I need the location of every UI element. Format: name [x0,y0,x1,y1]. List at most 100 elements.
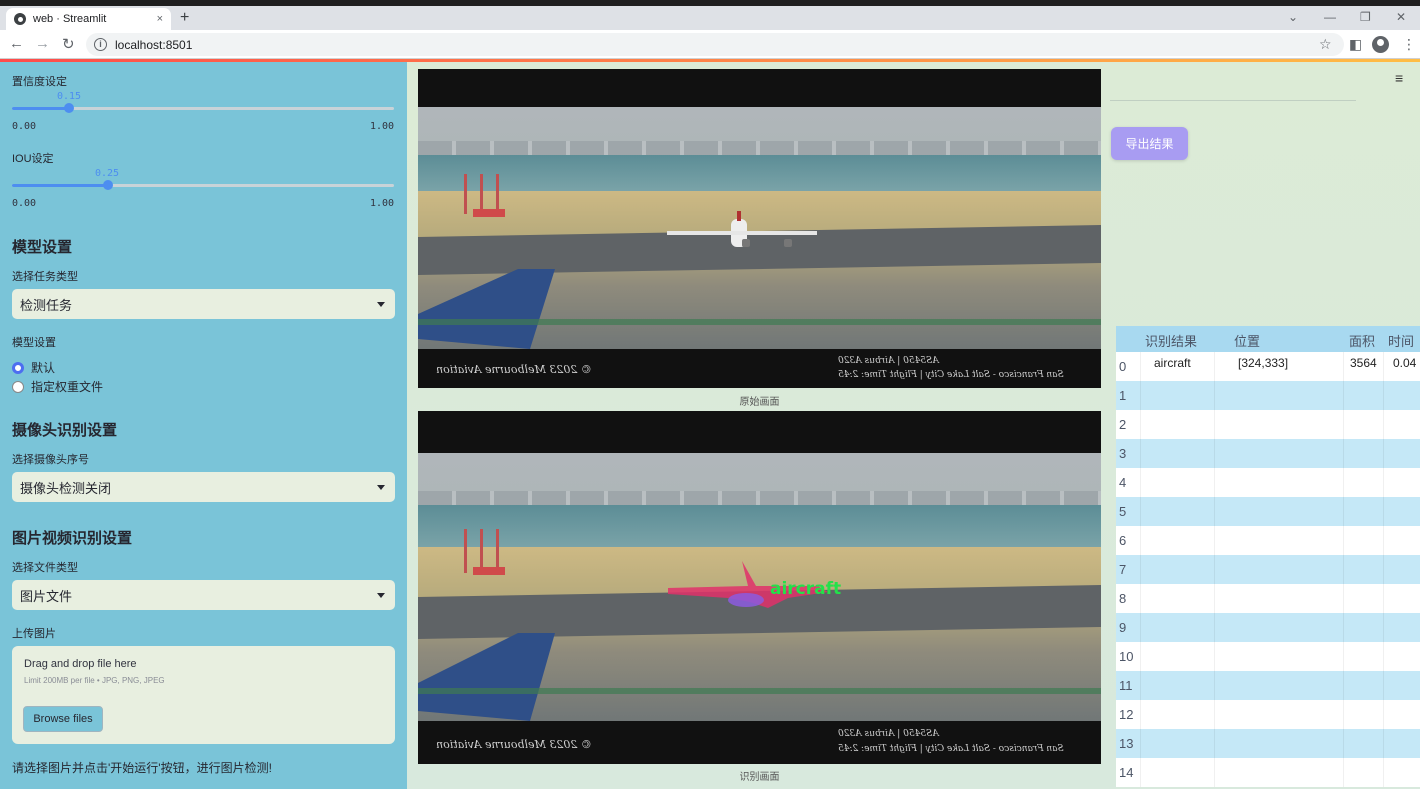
column-separator [1214,439,1215,468]
hamburger-menu-icon[interactable]: ≡ [1395,70,1403,86]
main-content: ≡ © 2023 Melbourne Aviation AS5450 | Air… [407,62,1420,789]
browser-tab[interactable]: web · Streamlit × [6,8,171,30]
forward-icon[interactable]: → [35,35,50,52]
row-index: 10 [1119,649,1134,664]
camera-index-select[interactable]: 摄像头检测关闭 [12,472,395,502]
chevron-down-icon [377,485,385,490]
bookmark-star-icon[interactable]: ☆ [1319,36,1332,53]
header-result[interactable]: 识别结果 [1145,331,1197,350]
column-separator [1343,729,1344,758]
table-row[interactable]: 4 [1116,468,1420,497]
radio-selected-icon[interactable] [12,361,24,374]
confidence-slider-thumb[interactable] [64,103,75,113]
row-index: 13 [1119,736,1134,751]
row-index: 6 [1119,533,1127,548]
browse-files-button[interactable]: Browse files [23,706,103,732]
column-separator [1343,700,1344,729]
header-position[interactable]: 位置 [1234,331,1260,350]
cell-result: aircraft [1154,356,1191,370]
profile-avatar-icon[interactable] [1372,36,1389,53]
tab-search-icon[interactable]: ⌄ [1288,10,1298,24]
reload-icon[interactable]: ↻ [62,35,75,53]
table-row[interactable]: 8 [1116,584,1420,613]
table-row[interactable]: 7 [1116,555,1420,584]
instruction-hint: 请选择图片并点击'开始运行'按钮，进行图片检测! [12,761,272,775]
column-separator [1140,555,1141,584]
row-index: 0 [1119,359,1127,374]
table-row[interactable]: 6 [1116,526,1420,555]
table-row[interactable]: 13 [1116,729,1420,758]
task-type-select[interactable]: 检测任务 [12,289,395,319]
table-row[interactable]: 12 [1116,700,1420,729]
table-row[interactable]: 3 [1116,439,1420,468]
upload-label: 上传图片 [12,628,56,640]
confidence-slider[interactable] [12,103,394,113]
row-index: 1 [1119,388,1127,403]
column-separator [1214,584,1215,613]
confidence-min: 0.00 [12,121,37,132]
column-separator [1214,758,1215,787]
tab-strip: web · Streamlit × + ⌄ — ❐ ✕ [0,6,1420,30]
divider [1110,100,1356,101]
column-separator [1140,410,1141,439]
browser-menu-icon[interactable]: ⋮ [1402,36,1416,53]
close-window-icon[interactable]: ✕ [1396,10,1406,24]
header-area[interactable]: 面积 [1349,331,1375,350]
tail-fin [418,633,555,721]
table-row[interactable]: 1 [1116,381,1420,410]
row-index: 4 [1119,475,1127,490]
iou-slider-fill [12,184,108,187]
overlay-watermark: © 2023 Melbourne Aviation [436,363,592,376]
url-field[interactable]: i localhost:8501 [86,33,1344,56]
column-separator [1343,555,1344,584]
file-type-select[interactable]: 图片文件 [12,580,395,610]
column-separator [1214,671,1215,700]
overlay-watermark: © 2023 Melbourne Aviation [436,738,592,751]
side-panel-icon[interactable]: ◧ [1349,36,1362,53]
column-separator [1343,468,1344,497]
radio-custom-weights[interactable]: 指定权重文件 [12,378,103,395]
table-row[interactable]: 11 [1116,671,1420,700]
column-separator [1383,468,1384,497]
column-separator [1140,439,1141,468]
column-separator [1343,671,1344,700]
result-image: aircraft © 2023 Melbourne Aviation AS545… [418,411,1101,764]
row-index: 3 [1119,446,1127,461]
tab-close-icon[interactable]: × [157,13,163,25]
iou-slider[interactable] [12,180,394,190]
column-separator [1140,381,1141,410]
row-index: 2 [1119,417,1127,432]
table-row[interactable]: 9 [1116,613,1420,642]
column-separator [1140,642,1141,671]
column-separator [1140,584,1141,613]
column-separator [1383,700,1384,729]
restore-icon[interactable]: ❐ [1360,10,1371,24]
model-settings-heading: 模型设置 [12,239,73,256]
column-separator [1140,671,1141,700]
radio-default[interactable]: 默认 [12,359,55,376]
cell-area: 3564 [1350,356,1377,370]
file-uploader-dropzone[interactable]: Drag and drop file here Limit 200MB per … [12,646,395,744]
back-icon[interactable]: ← [9,35,24,52]
overlay-flight-info: AS5450 | Airbus A320 [838,729,939,739]
table-row[interactable]: 0 aircraft [324,333] 3564 0.04 [1116,352,1420,381]
result-caption: 识别画面 [739,772,780,783]
column-separator [1383,671,1384,700]
column-separator [1383,381,1384,410]
iou-slider-thumb[interactable] [102,180,113,190]
minimize-icon[interactable]: — [1324,10,1336,24]
table-row[interactable]: 5 [1116,497,1420,526]
iou-max: 1.00 [370,198,395,209]
table-row[interactable]: 2 [1116,410,1420,439]
site-info-icon[interactable]: i [94,38,107,51]
table-row[interactable]: 14 [1116,758,1420,787]
chevron-down-icon [377,302,385,307]
export-results-button[interactable]: 导出结果 [1111,127,1188,160]
radio-unselected-icon[interactable] [12,380,24,393]
header-time[interactable]: 时间 [1388,331,1414,350]
column-separator [1140,613,1141,642]
new-tab-icon[interactable]: + [180,9,189,27]
column-separator [1383,526,1384,555]
table-row[interactable]: 10 [1116,642,1420,671]
results-table[interactable]: 识别结果 位置 面积 时间 0 aircraft [324,333] 3564 0.04… [1116,326,1420,789]
